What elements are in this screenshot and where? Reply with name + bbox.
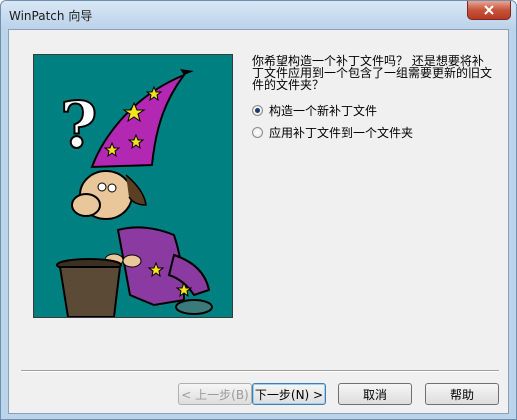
radio-button[interactable]	[252, 127, 263, 138]
back-button[interactable]: < 上一步(B)	[178, 383, 252, 405]
wizard-illustration-art: ?	[56, 69, 213, 317]
help-button[interactable]: 帮助	[425, 383, 499, 405]
wizard-body: ? 你希望构造一个补丁文件吗？ 还是想要将补 丁文件应用到一个包含了一组需要更新…	[8, 29, 509, 414]
window-title: WinPatch 向导	[9, 9, 93, 23]
option-apply-patch[interactable]: 应用补丁文件到一个文件夹	[252, 124, 413, 141]
close-button[interactable]	[467, 1, 511, 20]
option-build-patch[interactable]: 构造一个新补丁文件	[252, 102, 377, 119]
option-label: 应用补丁文件到一个文件夹	[269, 126, 414, 140]
radio-button[interactable]	[252, 105, 263, 116]
option-label: 构造一个新补丁文件	[269, 104, 378, 118]
cancel-button[interactable]: 取消	[338, 383, 412, 405]
question-line: 件的文件夹？	[252, 78, 325, 92]
button-separator	[21, 370, 499, 372]
radio-selected-dot	[255, 108, 260, 113]
close-icon	[484, 5, 494, 15]
wizard-question: 你希望构造一个补丁文件吗？ 还是想要将补 丁文件应用到一个包含了一组需要更新的旧…	[252, 55, 497, 91]
wizard-illustration: ?	[33, 54, 233, 318]
svg-text:?: ?	[60, 88, 98, 163]
title-bar[interactable]: WinPatch 向导	[1, 1, 516, 28]
wizard-window: WinPatch 向导 ? 你希望构造一个补丁文件吗？ 还是想要将补 丁文件应用…	[0, 0, 517, 420]
next-button[interactable]: 下一步(N) >	[252, 383, 326, 405]
